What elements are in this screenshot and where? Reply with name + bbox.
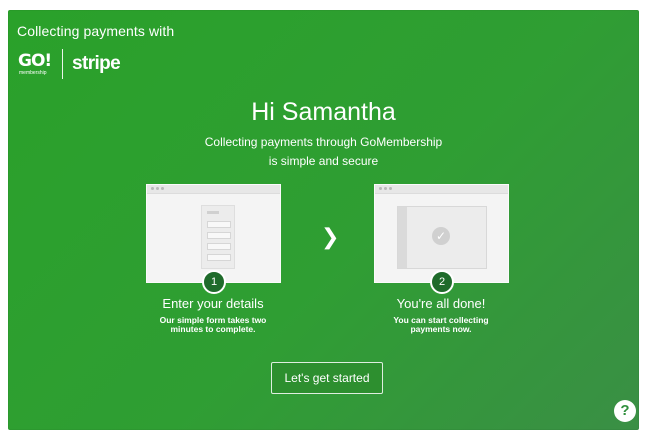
step-1-illustration [146, 184, 281, 283]
step-2-desc-line-2: payments now. [410, 324, 472, 334]
form-field-line [207, 232, 231, 239]
subtitle: Collecting payments through GoMembership… [8, 133, 639, 171]
step-1-title: Enter your details [162, 296, 264, 311]
window-dot-icon [156, 187, 159, 190]
window-dot-icon [384, 187, 387, 190]
subtitle-line-2: is simple and secure [268, 154, 379, 168]
window-titlebar [147, 185, 280, 194]
gomembership-logo-sub: membership [19, 70, 47, 76]
check-circle-icon: ✓ [432, 227, 450, 245]
step-2-description: You can start collecting payments now. [331, 316, 551, 334]
form-field-line [207, 243, 231, 250]
form-illustration [201, 205, 235, 269]
greeting-title: Hi Samantha [251, 98, 396, 126]
stripe-logo: stripe [72, 53, 121, 74]
collecting-text: Collecting payments with [17, 23, 175, 39]
window-dot-icon [161, 187, 164, 190]
step-2-title: You're all done! [396, 296, 486, 311]
get-started-button[interactable]: Let's get started [271, 362, 383, 394]
window-dot-icon [379, 187, 382, 190]
window-dot-icon [389, 187, 392, 190]
form-field-line [207, 221, 231, 228]
form-field-line [207, 254, 231, 261]
form-heading-line [207, 211, 219, 214]
step-1-description: Our simple form takes two minutes to com… [103, 316, 323, 334]
subtitle-line-1: Collecting payments through GoMembership [204, 135, 443, 149]
done-sidebar [398, 207, 407, 268]
step-1-badge: 1 [202, 270, 226, 294]
window-dot-icon [151, 187, 154, 190]
logo-divider [62, 49, 63, 79]
gomembership-logo: GO! membership [18, 49, 56, 79]
gomembership-logo-text: GO! [18, 51, 52, 71]
step-2-illustration: ✓ [374, 184, 509, 283]
step-2-badge: 2 [430, 270, 454, 294]
window-titlebar [375, 185, 508, 194]
logo-row: GO! membership stripe [18, 49, 121, 79]
payments-onboarding-panel: Collecting payments with GO! membership … [8, 10, 639, 430]
step-1-desc-line-2: minutes to complete. [170, 324, 256, 334]
chevron-right-icon: ❯ [321, 225, 340, 250]
help-icon[interactable]: ? [614, 400, 636, 422]
